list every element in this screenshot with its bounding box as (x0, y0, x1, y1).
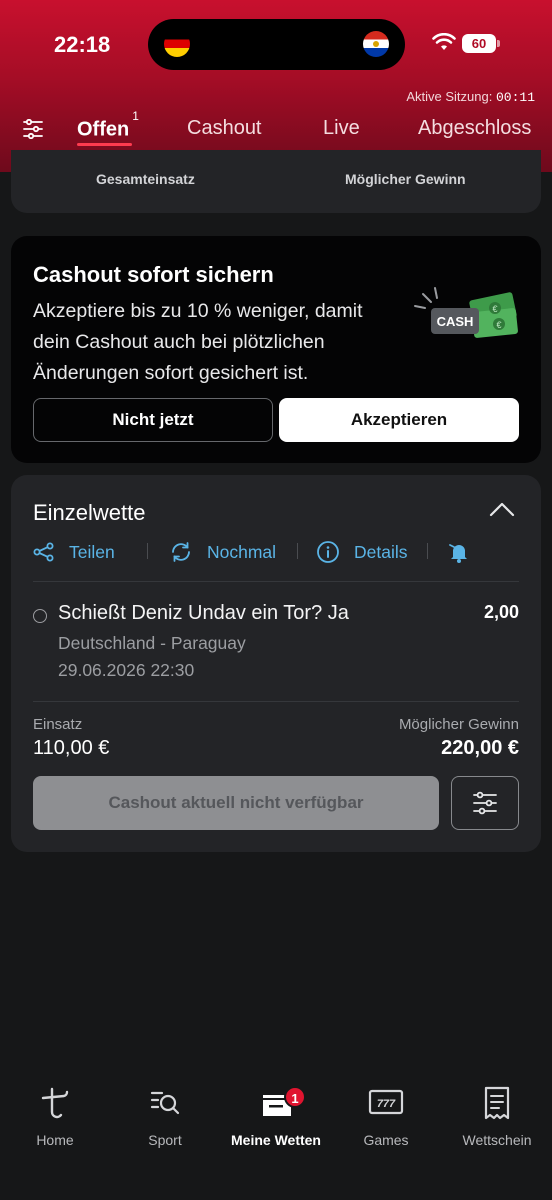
session-timer: 00:11 (495, 90, 535, 105)
share-button[interactable]: Teilen (33, 537, 115, 567)
bottom-navigation: Home Sport 1 Meine Wetten 777 Games Wett… (0, 1080, 552, 1160)
nav-betslip[interactable]: Wettschein (442, 1080, 552, 1148)
session-indicator: Aktive Sitzung: 00:11 (406, 89, 535, 105)
tab-abgeschlossen[interactable]: Abgeschloss (418, 117, 531, 140)
action-separator (297, 543, 298, 559)
battery-icon: 60 (462, 34, 500, 53)
nav-home-label: Home (36, 1132, 74, 1148)
share-icon (33, 542, 54, 562)
dynamic-island (148, 19, 405, 70)
tab-cashout[interactable]: Cashout (187, 117, 262, 140)
potential-win-value: 220,00 € (441, 737, 519, 759)
tab-offen-badge: 1 (132, 109, 139, 123)
bet-actions: Teilen Nochmal Details (33, 537, 513, 567)
nav-betslip-label: Wettschein (462, 1132, 532, 1148)
my-bets-badge: 1 (284, 1086, 306, 1108)
notification-button[interactable] (447, 537, 485, 567)
nav-my-bets[interactable]: 1 Meine Wetten (221, 1080, 331, 1148)
stake-label: Einsatz (33, 716, 83, 733)
status-time: 22:18 (54, 32, 111, 57)
stake-value: 110,00 € (33, 737, 110, 759)
potential-win-label: Möglicher Gewinn (398, 716, 519, 733)
session-label: Aktive Sitzung: (406, 89, 493, 104)
app-header: 22:18 60 Aktive Sitzung: 00:11 Offen1 Ca… (0, 0, 552, 172)
match-name: Deutschland - Paraguay (58, 633, 246, 653)
match-datetime: 29.06.2026 22:30 (58, 660, 195, 680)
divider (33, 581, 519, 582)
cash-illustration-text: CASH (437, 314, 474, 329)
cashout-button[interactable]: Cashout aktuell nicht verfügbar (33, 776, 439, 830)
accept-button[interactable]: Akzeptieren (279, 398, 519, 442)
tab-live[interactable]: Live (323, 117, 360, 140)
nav-sport[interactable]: Sport (110, 1080, 220, 1148)
cash-money-icon: € € CASH (414, 287, 518, 338)
selection-status-indicator (33, 609, 47, 623)
bet-card: Einzelwette Teilen Nochmal Details Schie… (11, 475, 541, 852)
action-separator (147, 543, 148, 559)
chevron-up-icon[interactable] (489, 501, 515, 517)
selection-name: Schießt Deniz Undav ein Tor? Ja (58, 602, 349, 624)
rebet-label: Nochmal (207, 541, 277, 562)
details-button[interactable]: Details (316, 537, 408, 567)
summary-card: Gesamteinsatz Möglicher Gewinn (11, 150, 541, 213)
nav-home[interactable]: Home (0, 1080, 110, 1148)
games-777-icon: 777 (368, 1089, 404, 1115)
bet-type-title: Einzelwette (33, 500, 146, 525)
sliders-icon (473, 791, 497, 815)
paraguay-flag-icon (363, 31, 389, 57)
divider (33, 701, 519, 702)
svg-text:777: 777 (377, 1098, 396, 1110)
nav-sport-label: Sport (148, 1132, 182, 1148)
cashout-promo-card: Cashout sofort sichern Akzeptiere bis zu… (11, 236, 541, 463)
tipico-logo-icon (41, 1087, 69, 1119)
not-now-button[interactable]: Nicht jetzt (33, 398, 273, 442)
promo-title: Cashout sofort sichern (33, 262, 274, 287)
tab-offen[interactable]: Offen1 (77, 109, 139, 142)
total-win-label: Möglicher Gewinn (345, 171, 466, 187)
cashout-settings-button[interactable] (451, 776, 519, 830)
details-label: Details (354, 541, 408, 562)
action-separator (427, 543, 428, 559)
refresh-icon (172, 542, 190, 562)
wifi-icon (432, 33, 456, 50)
bets-tabs: Offen1 Cashout Live Abgeschloss (0, 109, 552, 152)
betslip-icon (484, 1086, 510, 1120)
selection-odds: 2,00 (483, 602, 519, 622)
germany-flag-icon (164, 31, 190, 57)
active-tab-indicator (77, 143, 132, 146)
nav-my-bets-label: Meine Wetten (231, 1132, 321, 1148)
total-stake-label: Gesamteinsatz (96, 171, 195, 187)
rebet-button[interactable]: Nochmal (169, 537, 276, 567)
info-icon (317, 541, 339, 563)
svg-text:€: € (492, 304, 497, 314)
promo-text: Akzeptiere bis zu 10 % weniger, damit de… (33, 300, 363, 384)
bell-notification-icon (449, 544, 467, 563)
svg-text:€: € (496, 320, 501, 330)
share-label: Teilen (69, 541, 115, 562)
sport-search-icon (150, 1091, 180, 1115)
nav-games-label: Games (363, 1132, 409, 1148)
nav-games[interactable]: 777 Games (331, 1080, 441, 1148)
